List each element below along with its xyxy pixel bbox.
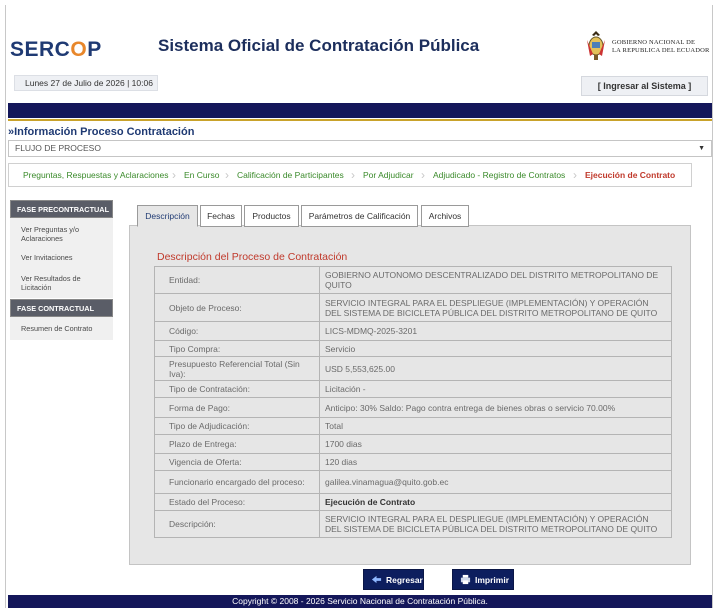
crumb-por-adjudicar[interactable]: Por Adjudicar (363, 170, 414, 180)
table-row: Entidad: GOBIERNO AUTONOMO DESCENTRALIZAD… (154, 266, 672, 294)
chevron-right-icon: › (225, 168, 229, 182)
table-row: Descripción: SERVICIO INTEGRAL PARA EL DE… (154, 510, 672, 538)
table-row: Plazo de Entrega: 1700 dias (154, 434, 672, 454)
tab-productos[interactable]: Productos (244, 205, 299, 227)
crumb-preguntas[interactable]: Preguntas, Respuestas y Aclaraciones (23, 170, 169, 180)
row-value: Anticipo: 30% Saldo: Pago contra entrega… (319, 397, 672, 418)
row-label: Forma de Pago: (154, 397, 320, 418)
row-label: Descripción: (154, 510, 320, 538)
printer-icon (460, 574, 471, 585)
caret-down-icon: ▼ (698, 145, 705, 152)
row-label: Funcionario encargado del proceso: (154, 470, 320, 494)
sidebar-item-preguntas[interactable]: Ver Preguntas y/o Aclaraciones (10, 218, 113, 247)
table-row: Funcionario encargado del proceso: galile… (154, 470, 672, 494)
sidebar-item-invitaciones[interactable]: Ver Invitaciones (10, 247, 113, 270)
tab-archivos[interactable]: Archivos (421, 205, 469, 227)
row-label: Tipo de Adjudicación: (154, 417, 320, 435)
table-row: Código: LICS-MDMQ-2025-3201 (154, 321, 672, 341)
row-value: USD 5,553,625.00 (319, 356, 672, 381)
flujo-proceso-select[interactable]: FLUJO DE PROCESO ▼ (8, 140, 712, 157)
section-title: »Información Proceso Contratación (8, 126, 195, 138)
table-row: Objeto de Proceso: SERVICIO INTEGRAL PARA… (154, 293, 672, 322)
regresar-button[interactable]: Regresar (363, 569, 424, 590)
tab-fechas[interactable]: Fechas (200, 205, 242, 227)
sidebar: FASE PRECONTRACTUAL Ver Preguntas y/o Ac… (10, 200, 113, 340)
table-row: Forma de Pago: Anticipo: 30% Saldo: Pago … (154, 397, 672, 418)
top-bar-accent (8, 119, 712, 121)
chevron-right-icon: › (172, 168, 176, 182)
description-title: Descripción del Proceso de Contratación (157, 251, 348, 263)
tab-parametros[interactable]: Parámetros de Calificación (301, 205, 418, 227)
sidebar-item-resultados[interactable]: Ver Resultados de Licitación (10, 270, 113, 298)
logo-o-letter: O (70, 38, 88, 61)
row-value: Licitación - (319, 380, 672, 398)
process-breadcrumb: Preguntas, Respuestas y Aclaraciones › E… (8, 163, 692, 187)
row-label: Tipo Compra: (154, 340, 320, 357)
top-bar (8, 103, 712, 118)
row-label: Código: (154, 321, 320, 341)
row-label: Vigencia de Oferta: (154, 453, 320, 471)
row-value: Total (319, 417, 672, 435)
row-value: SERVICIO INTEGRAL PARA EL DESPLIEGUE (IM… (319, 293, 672, 322)
crumb-ejecucion[interactable]: Ejecución de Contrato (585, 170, 675, 180)
chevron-right-icon: › (573, 168, 577, 182)
gov-text: GOBIERNO NACIONAL DE LA REPUBLICA DEL EC… (612, 39, 710, 54)
row-value: 120 dias (319, 453, 672, 471)
row-value: galilea.vinamagua@quito.gob.ec (319, 470, 672, 494)
login-button[interactable]: [ Ingresar al Sistema ] (581, 76, 708, 96)
sidebar-head-precontractual: FASE PRECONTRACTUAL (10, 200, 113, 218)
tab-descripcion[interactable]: Descripción (137, 205, 198, 227)
row-label: Plazo de Entrega: (154, 434, 320, 454)
table-row: Tipo de Adjudicación: Total (154, 417, 672, 435)
page-title: Sistema Oficial de Contratación Pública (158, 36, 480, 55)
page: SERCOP Sistema Oficial de Contratación P… (0, 0, 720, 616)
table-row: Estado del Proceso: Ejecución de Contrato (154, 493, 672, 511)
row-value: 1700 dias (319, 434, 672, 454)
table-row: Tipo de Contratación: Licitación - (154, 380, 672, 398)
gov-badge: GOBIERNO NACIONAL DE LA REPUBLICA DEL EC… (584, 30, 710, 64)
table-row: Vigencia de Oferta: 120 dias (154, 453, 672, 471)
row-value: LICS-MDMQ-2025-3201 (319, 321, 672, 341)
crumb-adjudicado[interactable]: Adjudicado - Registro de Contratos (433, 170, 565, 180)
sercop-logo: SERCOP (10, 38, 102, 61)
footer: Copyright © 2008 - 2026 Servicio Naciona… (8, 595, 712, 608)
sidebar-head-contractual: FASE CONTRACTUAL (10, 299, 113, 317)
crumb-en-curso[interactable]: En Curso (184, 170, 219, 180)
row-label: Entidad: (154, 266, 320, 294)
crumb-calificacion[interactable]: Calificación de Participantes (237, 170, 344, 180)
current-date: Lunes 27 de Julio de 2026 | 10:06 (14, 75, 158, 91)
sidebar-item-resumen[interactable]: Resumen de Contrato (10, 317, 113, 340)
row-label: Objeto de Proceso: (154, 293, 320, 322)
row-value: Servicio (319, 340, 672, 357)
row-label: Presupuesto Referencial Total (Sin Iva): (154, 356, 320, 381)
row-value: Ejecución de Contrato (319, 493, 672, 511)
row-value: SERVICIO INTEGRAL PARA EL DESPLIEGUE (IM… (319, 510, 672, 538)
coat-of-arms-icon (587, 31, 605, 60)
back-arrow-icon (371, 575, 382, 584)
chevron-right-icon: › (351, 168, 355, 182)
row-value: GOBIERNO AUTONOMO DESCENTRALIZADO DEL DI… (319, 266, 672, 294)
table-row: Tipo Compra: Servicio (154, 340, 672, 357)
row-label: Tipo de Contratación: (154, 380, 320, 398)
table-row: Presupuesto Referencial Total (Sin Iva):… (154, 356, 672, 381)
process-info-table: Entidad: GOBIERNO AUTONOMO DESCENTRALIZAD… (154, 266, 672, 538)
imprimir-button[interactable]: Imprimir (452, 569, 514, 590)
chevron-right-icon: › (421, 168, 425, 182)
row-label: Estado del Proceso: (154, 493, 320, 511)
